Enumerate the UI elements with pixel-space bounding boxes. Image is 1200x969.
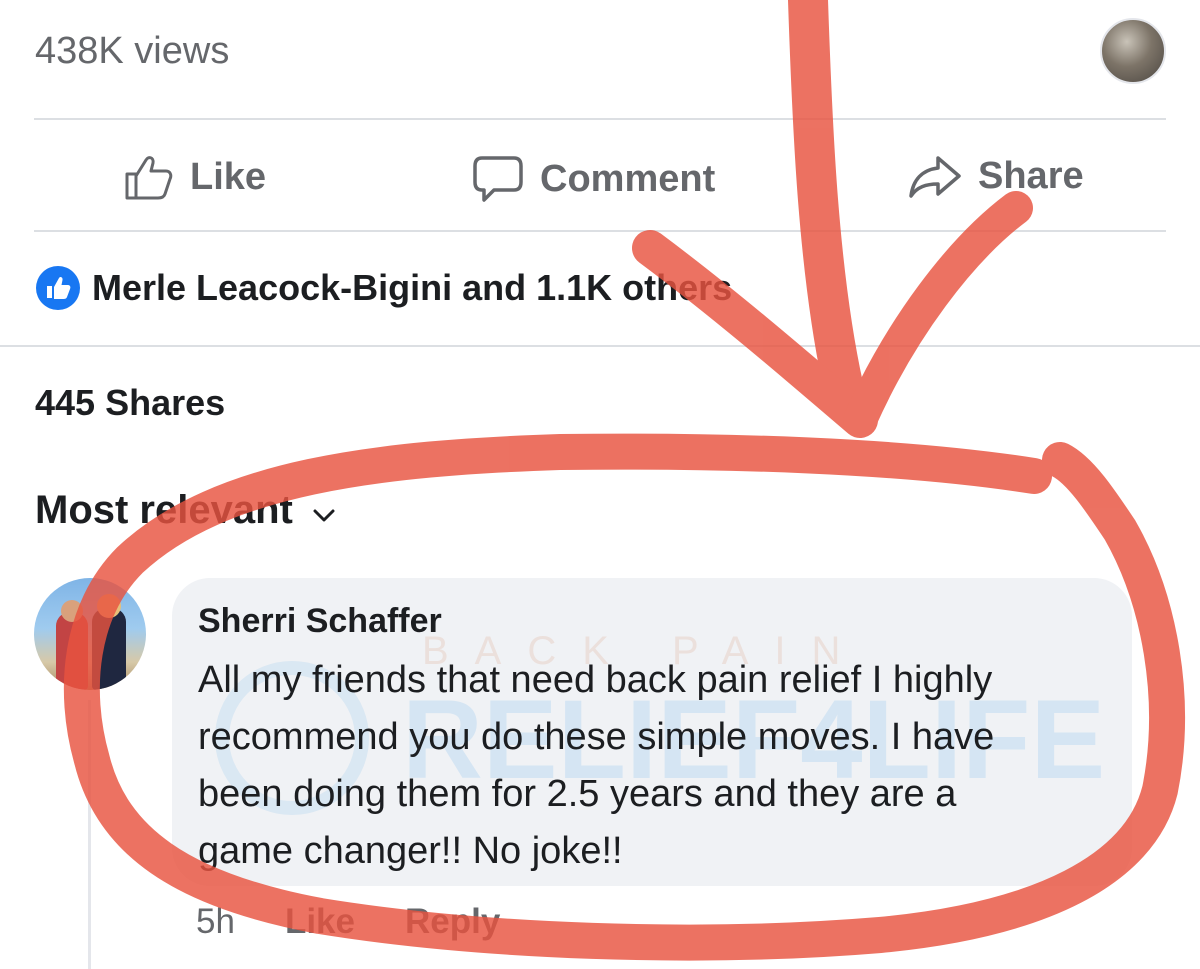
shares-count[interactable]: 445 Shares <box>35 382 225 424</box>
share-arrow-icon <box>908 154 962 198</box>
sort-label: Most relevant <box>35 488 293 532</box>
commenter-avatar[interactable] <box>34 578 146 690</box>
comment-reply-link[interactable]: Reply <box>405 902 500 942</box>
divider-lower <box>0 345 1200 347</box>
divider-middle <box>34 230 1166 232</box>
post-actions-bar: Like Comment Share <box>34 120 1166 230</box>
comment-label: Comment <box>540 157 716 200</box>
comment-text: All my friends that need back pain relie… <box>198 659 995 872</box>
comment-like-link[interactable]: Like <box>285 902 355 942</box>
viewer-avatar[interactable] <box>1100 18 1166 84</box>
chevron-down-icon <box>313 488 335 533</box>
share-button[interactable]: Share <box>908 154 1084 198</box>
views-count: 438K views <box>35 30 230 72</box>
comment-bubble: BACK PAIN RELIEF4LIFE Sherri Schaffer Al… <box>172 578 1132 886</box>
thumbs-up-icon <box>124 154 174 200</box>
share-label: Share <box>978 154 1084 197</box>
speech-bubble-icon <box>472 154 524 204</box>
like-button[interactable]: Like <box>124 154 266 200</box>
comment-meta: 5h Like Reply <box>196 902 500 942</box>
like-label: Like <box>190 155 267 198</box>
comment-time: 5h <box>196 902 235 941</box>
reactions-summary[interactable]: Merle Leacock-Bigini and 1.1K others <box>36 266 732 310</box>
comment-author[interactable]: Sherri Schaffer <box>198 602 442 641</box>
thread-line <box>88 700 91 969</box>
like-badge-icon <box>36 266 80 310</box>
comment-button[interactable]: Comment <box>472 154 715 204</box>
reactions-text: Merle Leacock-Bigini and 1.1K others <box>92 267 733 308</box>
sort-dropdown[interactable]: Most relevant <box>35 488 335 533</box>
